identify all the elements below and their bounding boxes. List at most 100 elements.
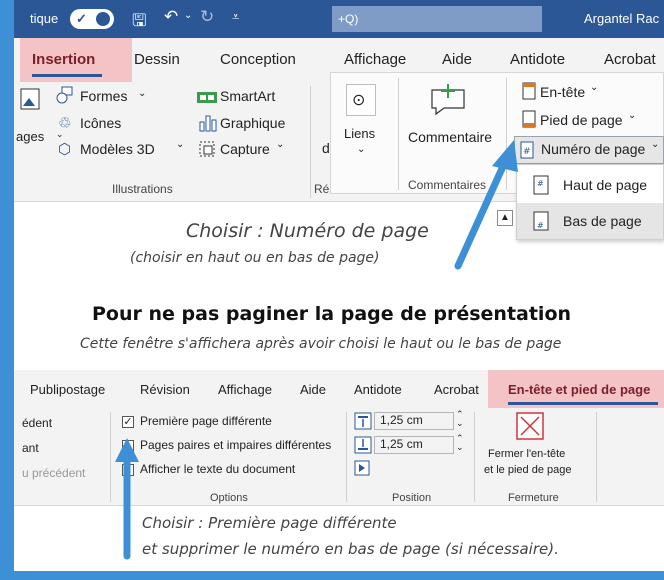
liens-button[interactable]: Liens	[344, 126, 375, 141]
divider	[346, 412, 347, 502]
fermer-line2[interactable]: et le pied de page	[484, 464, 571, 476]
divider	[310, 86, 311, 198]
tab-active-underline	[32, 74, 102, 77]
tab-affichage[interactable]: Affichage	[344, 51, 406, 68]
tab-publipostage[interactable]: Publipostage	[30, 382, 105, 397]
position-group-label: Position	[392, 492, 432, 504]
section-subheading: Cette fenêtre s'affichera après avoir ch…	[80, 336, 562, 352]
formes-button[interactable]: Formes	[80, 88, 127, 104]
fermeture-group-label: Fermeture	[508, 492, 559, 504]
shapes-icon	[56, 86, 73, 104]
footer-spin-arrows-icon[interactable]: ⌃ ⌄	[456, 434, 464, 452]
tab-aide[interactable]: Aide	[442, 51, 472, 68]
smartart-icon	[197, 92, 217, 103]
afficher-texte-label[interactable]: Afficher le texte du document	[140, 462, 295, 476]
capture-chevron-icon[interactable]: ⌄	[276, 139, 284, 150]
icons-icon: ♲	[58, 115, 72, 132]
footer-position-box[interactable]	[374, 436, 454, 454]
redo-icon[interactable]: ↻	[200, 7, 214, 27]
ribbon-tabbar-bottom: Publipostage Révision Affichage Aide Ant…	[14, 370, 664, 408]
en-tete-chevron-icon[interactable]: ⌄	[590, 82, 598, 93]
tab-antidote[interactable]: Antidote	[510, 51, 565, 68]
search-text: +Q)	[338, 12, 359, 26]
divider	[398, 78, 399, 190]
numero-de-page-button[interactable]: # Numéro de page ⌄	[514, 136, 664, 164]
caption-choose-first-page: Choisir : Première page différente	[142, 514, 397, 532]
icones-button[interactable]: Icônes	[80, 115, 121, 131]
save-icon[interactable]: 🖫	[132, 8, 146, 37]
formes-chevron-icon[interactable]: ⌄	[138, 88, 146, 99]
tab-en-tete-pied-de-page[interactable]: En-tête et pied de page	[508, 382, 650, 397]
svg-text:#: #	[537, 221, 544, 230]
caption-remove-page-number: et supprimer le numéro en bas de page (s…	[142, 540, 559, 558]
tab-antidote-2[interactable]: Antidote	[354, 382, 402, 397]
illustrations-group-label: Illustrations	[112, 182, 173, 196]
check-icon: ✓	[76, 11, 87, 26]
tab-aide-2[interactable]: Aide	[300, 382, 326, 397]
title-bar: tique ✓ 🖫 ↶ ⌄ ↻ ⩡ +Q) Argantel Rac	[14, 0, 664, 38]
capture-button[interactable]: Capture	[220, 141, 270, 157]
premiere-page-checkbox[interactable]: ✓	[122, 416, 134, 428]
caption-choose-page-number: Choisir : Numéro de page	[186, 220, 429, 242]
frame-left-bar	[0, 0, 14, 580]
options-group-label: Options	[210, 492, 248, 504]
header-position-box[interactable]	[374, 412, 454, 430]
page-number-dropdown: # Haut de page # Bas de page	[516, 164, 664, 240]
svg-text:#: #	[537, 179, 544, 188]
modeles-3d-button[interactable]: Modèles 3D	[80, 141, 155, 157]
numero-de-page-label: Numéro de page	[541, 141, 646, 157]
paires-impaires-label[interactable]: Pages paires et impaires différentes	[140, 438, 331, 452]
images-icon[interactable]	[20, 88, 40, 110]
undo-icon[interactable]: ↶	[164, 7, 178, 27]
nav-next-partial[interactable]: ant	[22, 441, 39, 455]
premiere-page-label[interactable]: Première page différente	[140, 414, 272, 428]
tab-acrobat[interactable]: Acrobat	[604, 51, 656, 68]
tab-insertion[interactable]: Insertion	[32, 51, 95, 68]
section-heading: Pour ne pas paginer la page de présentat…	[92, 303, 572, 325]
user-name[interactable]: Argantel Rac	[584, 11, 659, 26]
tab-revision[interactable]: Révision	[140, 382, 190, 397]
insert-alignment-tab-icon[interactable]	[354, 460, 370, 476]
pied-de-page-chevron-icon[interactable]: ⌄	[628, 110, 636, 121]
tab-conception[interactable]: Conception	[220, 51, 296, 68]
images-label[interactable]: ages	[16, 129, 44, 144]
graphique-button[interactable]: Graphique	[220, 115, 285, 131]
search-box[interactable]: +Q)	[332, 6, 542, 32]
en-tete-button[interactable]: En-tête	[540, 84, 585, 100]
link-icon: ⊙	[352, 92, 366, 109]
frame-bottom-bar	[0, 571, 664, 580]
numero-de-page-chevron-icon: ⌄	[651, 139, 660, 150]
bas-de-page-label: Bas de page	[563, 213, 642, 229]
tab-dessin[interactable]: Dessin	[134, 51, 180, 68]
nav-link-previous-partial: u précédent	[22, 466, 86, 480]
divider	[474, 412, 475, 502]
close-icon[interactable]	[516, 412, 544, 440]
fermer-line1[interactable]: Fermer l'en-tête	[488, 448, 565, 460]
screenshot-icon	[199, 141, 215, 157]
dropdown-item-bas[interactable]: # Bas de page	[517, 203, 663, 239]
arrow-up-right-icon	[454, 140, 518, 270]
haut-de-page-label: Haut de page	[563, 177, 648, 193]
footer-icon	[522, 110, 536, 128]
arrow-up-icon	[115, 438, 139, 560]
undo-dropdown-icon[interactable]: ⌄	[184, 10, 192, 21]
autosave-toggle[interactable]: ✓	[70, 9, 114, 29]
nav-previous-partial[interactable]: édent	[22, 416, 52, 430]
dropdown-item-haut[interactable]: # Haut de page	[517, 167, 663, 203]
smartart-button[interactable]: SmartArt	[220, 88, 275, 104]
bottom-of-page-icon: #	[533, 211, 549, 231]
divider	[596, 412, 597, 502]
tab-acrobat-2[interactable]: Acrobat	[434, 382, 479, 397]
tab-active-underline-2	[508, 402, 658, 405]
pied-de-page-button[interactable]: Pied de page	[540, 112, 623, 128]
chart-icon	[199, 115, 217, 132]
customize-qat-icon[interactable]: ⩡	[232, 9, 239, 25]
partial-label: d	[322, 140, 330, 156]
header-spin-arrows-icon[interactable]: ⌃ ⌄	[456, 410, 464, 428]
divider	[110, 412, 111, 502]
liens-chevron-icon[interactable]: ⌄	[357, 144, 365, 155]
autosave-label: tique	[30, 11, 59, 26]
tab-affichage-2[interactable]: Affichage	[218, 382, 272, 397]
top-of-page-icon: #	[533, 175, 549, 195]
modeles-3d-chevron-icon[interactable]: ⌄	[176, 139, 184, 150]
